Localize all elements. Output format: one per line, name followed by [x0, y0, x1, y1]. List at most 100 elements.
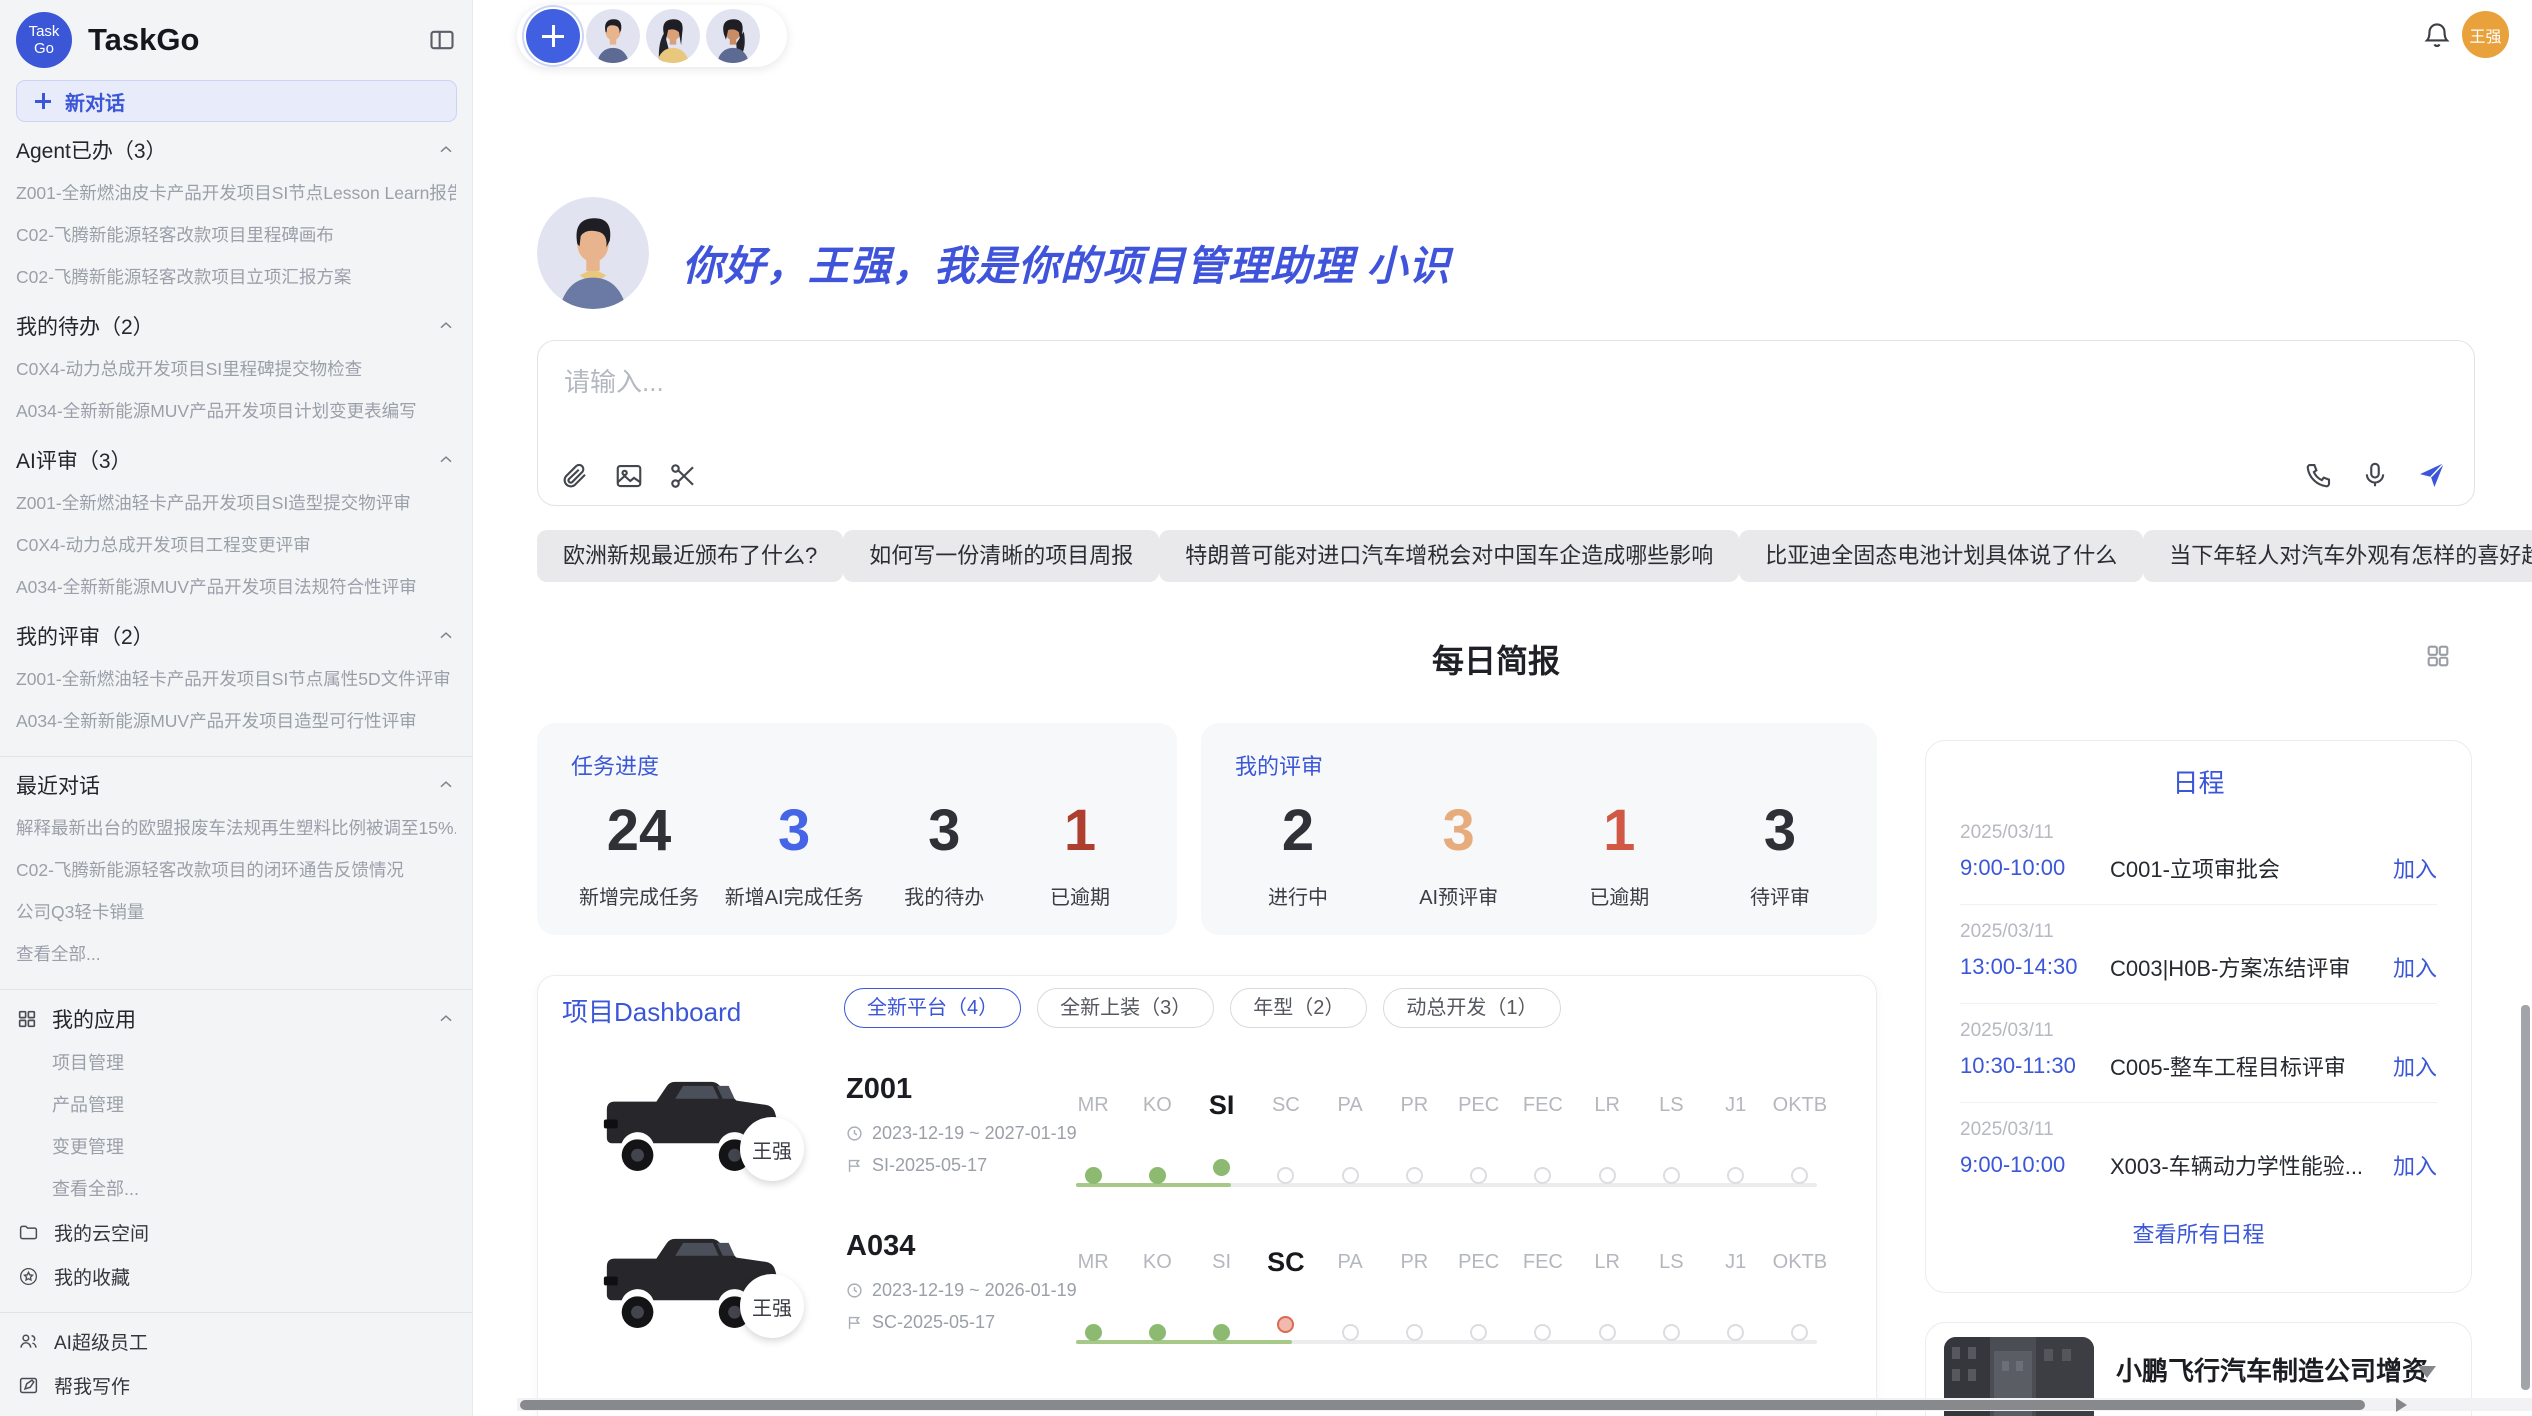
event-date: 2025/03/11 [1960, 1020, 2437, 1042]
stat-item: 3新增AI完成任务 [725, 799, 864, 910]
stat-item: 3我的待办 [889, 799, 999, 910]
event-join-link[interactable]: 加入 [2393, 1050, 2437, 1082]
app-window: Task Go TaskGo 新对话 Agent已办（3）Z001-全新燃油皮卡… [0, 0, 2532, 1416]
sidebar-section-header[interactable]: 我的待办（2） [16, 304, 456, 348]
recent-chats-header[interactable]: 最近对话 [16, 763, 456, 807]
stat-label: 已逾期 [1025, 881, 1135, 910]
sidebar-section-header[interactable]: 我的评审（2） [16, 614, 456, 658]
notification-bell-icon[interactable] [2422, 20, 2452, 50]
app-menu-item[interactable]: 产品管理 [16, 1084, 456, 1126]
project-car-image: 王强 [590, 1055, 798, 1185]
star-icon [18, 1266, 39, 1287]
project-row[interactable]: 王强Z0012023-12-19 ~ 2027-01-19SI-2025-05-… [538, 1041, 1876, 1198]
event-join-link[interactable]: 加入 [2393, 852, 2437, 884]
stat-item: 3AI预评审 [1404, 799, 1514, 910]
milestone-label: SI [1212, 1242, 1231, 1282]
chat-input[interactable] [562, 359, 2166, 405]
dashboard-filter-chip[interactable]: 全新平台（4） [844, 988, 1021, 1028]
project-row[interactable]: 王强A0342023-12-19 ~ 2026-01-19SC-2025-05-… [538, 1198, 1876, 1355]
recent-chat-item[interactable]: 查看全部... [16, 933, 456, 975]
sidebar-item[interactable]: C0X4-动力总成开发项目SI里程碑提交物检查 [16, 348, 456, 390]
add-agent-button[interactable] [526, 9, 580, 63]
voice-call-icon[interactable] [2304, 460, 2334, 490]
dashboard-filter-chip[interactable]: 动总开发（1） [1383, 988, 1560, 1028]
attachment-icon[interactable] [560, 461, 590, 491]
sidebar-item[interactable]: C0X4-动力总成开发项目工程变更评审 [16, 524, 456, 566]
stat-value: 2 [1243, 799, 1353, 863]
suggestion-chip[interactable]: 特朗普可能对进口汽车增税会对中国车企造成哪些影响 [1159, 530, 1739, 582]
user-avatar[interactable]: 王强 [2462, 11, 2509, 58]
stat-label: 新增完成任务 [579, 881, 699, 910]
schedule-events: 2025/03/119:00-10:00C001-立项审批会加入2025/03/… [1960, 822, 2437, 1201]
agent-avatar-1[interactable] [586, 9, 640, 63]
sidebar-item[interactable]: A034-全新新能源MUV产品开发项目造型可行性评审 [16, 700, 456, 742]
milestone-dot [1599, 1324, 1616, 1341]
milestone: PR [1382, 1242, 1446, 1341]
layout-grid-icon[interactable] [2424, 642, 2452, 670]
scissors-icon[interactable] [668, 461, 698, 491]
milestone: KO [1125, 1242, 1189, 1341]
view-all-schedule-link[interactable]: 查看所有日程 [1960, 1217, 2437, 1249]
sidebar-item[interactable]: A034-全新新能源MUV产品开发项目法规符合性评审 [16, 566, 456, 608]
suggestion-chip[interactable]: 如何写一份清晰的项目周报 [843, 530, 1159, 582]
milestone-label: PEC [1458, 1242, 1499, 1282]
sidebar-item[interactable]: C02-飞腾新能源轻客改款项目立项汇报方案 [16, 256, 456, 298]
flag-icon [846, 1157, 863, 1174]
project-owner-badge: 王强 [740, 1274, 804, 1338]
recent-chat-item[interactable]: 解释最新出台的欧盟报废车法规再生塑料比例被调至15%... [16, 807, 456, 849]
tool-item[interactable]: 帮我写作 [16, 1363, 456, 1407]
suggestion-chip[interactable]: 当下年轻人对汽车外观有怎样的喜好趋势 [2143, 530, 2532, 582]
milestone: J1 [1704, 1085, 1768, 1184]
event-join-link[interactable]: 加入 [2393, 951, 2437, 983]
microphone-icon[interactable] [2360, 460, 2390, 490]
sidebar-item[interactable]: Z001-全新燃油轻卡产品开发项目SI造型提交物评审 [16, 482, 456, 524]
tool-item-label: 帮我写作 [54, 1372, 130, 1399]
dashboard-filter-chip[interactable]: 全新上装（3） [1037, 988, 1214, 1028]
recent-chat-item[interactable]: 公司Q3轻卡销量 [16, 891, 456, 933]
milestone-label: MR [1078, 1242, 1109, 1282]
app-menu-item[interactable]: 项目管理 [16, 1042, 456, 1084]
recent-chat-item[interactable]: C02-飞腾新能源轻客改款项目的闭环通告反馈情况 [16, 849, 456, 891]
sidebar-item[interactable]: Z001-全新燃油皮卡产品开发项目SI节点Lesson Learn报告 [16, 172, 456, 214]
app-menu-item[interactable]: 变更管理 [16, 1126, 456, 1168]
tool-item[interactable]: AI超级员工 [16, 1319, 456, 1363]
sidebar-collapse-icon[interactable] [428, 26, 456, 54]
sidebar-section-header[interactable]: AI评审（3） [16, 438, 456, 482]
send-icon[interactable] [2416, 459, 2448, 491]
vertical-scrollbar-thumb[interactable] [2521, 1005, 2530, 1390]
sidebar-item[interactable]: C02-飞腾新能源轻客改款项目里程碑画布 [16, 214, 456, 256]
stat-label: 待评审 [1725, 881, 1835, 910]
app-title: TaskGo [88, 22, 428, 58]
image-upload-icon[interactable] [614, 461, 644, 491]
suggestion-chip[interactable]: 比亚迪全固态电池计划具体说了什么 [1739, 530, 2143, 582]
agent-avatar-2[interactable] [646, 9, 700, 63]
sidebar-item[interactable]: Z001-全新燃油轻卡产品开发项目SI节点属性5D文件评审 [16, 658, 456, 700]
event-time: 9:00-10:00 [1960, 855, 2110, 881]
agent-avatar-3[interactable] [706, 9, 760, 63]
milestone-dot [1599, 1167, 1616, 1184]
sidebar-section-header[interactable]: Agent已办（3） [16, 128, 456, 172]
app-menu-item[interactable]: 查看全部... [16, 1168, 456, 1210]
milestone-label: MR [1078, 1085, 1109, 1125]
milestone-dot [1277, 1167, 1294, 1184]
sidebar-item-star[interactable]: 我的收藏 [16, 1254, 456, 1298]
stat-item: 1已逾期 [1025, 799, 1135, 910]
milestone-label: LR [1594, 1085, 1620, 1125]
scroll-down-indicator-icon[interactable] [2418, 1366, 2436, 1378]
sidebar-item[interactable]: A034-全新新能源MUV产品开发项目计划变更表编写 [16, 390, 456, 432]
project-dates-text: 2023-12-19 ~ 2026-01-19 [872, 1280, 1077, 1301]
new-chat-button[interactable]: 新对话 [16, 80, 457, 122]
event-join-link[interactable]: 加入 [2393, 1149, 2437, 1181]
task-progress-title: 任务进度 [571, 749, 1143, 781]
tool-item[interactable]: 创意制图 [16, 1407, 456, 1416]
milestone-dot [1406, 1324, 1423, 1341]
event-row: 9:00-10:00X003-车辆动力学性能验...加入 [1960, 1149, 2437, 1181]
sidebar-item-folder[interactable]: 我的云空间 [16, 1210, 456, 1254]
dashboard-filter-chip[interactable]: 年型（2） [1230, 988, 1367, 1028]
milestone-dot [1791, 1167, 1808, 1184]
horizontal-scrollbar-thumb[interactable] [520, 1400, 2365, 1410]
suggestion-chip[interactable]: 欧洲新规最近颁布了什么? [537, 530, 843, 582]
my-apps-header[interactable]: 我的应用 [16, 996, 456, 1042]
chevron-up-icon [436, 140, 456, 160]
scroll-right-arrow-icon[interactable] [2396, 1398, 2407, 1412]
